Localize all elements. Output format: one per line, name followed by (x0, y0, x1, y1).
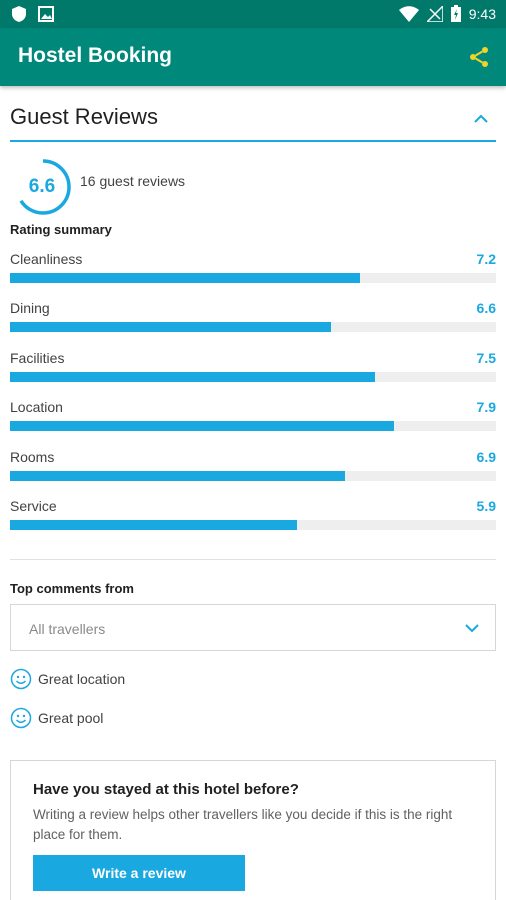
rating-name: Dining (10, 300, 50, 316)
wifi-icon (398, 5, 419, 22)
rating-score: 5.9 (476, 498, 496, 514)
comment-item: Great pool (10, 706, 103, 730)
rating-bar-track (10, 273, 496, 283)
rating-score: 7.2 (476, 251, 496, 267)
overall-score: 6.6 (28, 176, 56, 197)
smiley-icon (10, 707, 32, 729)
comment-item: Great location (10, 667, 125, 691)
smiley-icon (10, 668, 32, 690)
shield-icon (12, 6, 26, 22)
rating-bar-track (10, 421, 496, 431)
rating-row-location: Location 7.9 (10, 399, 496, 439)
status-bar: 9:43 (0, 0, 506, 28)
app-title: Hostel Booking (18, 44, 173, 67)
write-review-card: Have you stayed at this hotel before? Wr… (10, 760, 496, 900)
cta-description: Writing a review helps other travellers … (33, 807, 453, 842)
reviews-count: 16 guest reviews (80, 173, 186, 189)
divider (10, 559, 496, 560)
rating-bar-track (10, 520, 496, 530)
comment-text: Great pool (38, 710, 104, 726)
signal-icon (426, 5, 443, 22)
rating-bar-fill (10, 471, 346, 481)
rating-score: 6.9 (476, 449, 496, 465)
top-comments-label: Top comments from (10, 581, 134, 596)
traveller-filter-select[interactable]: All travellers (10, 604, 496, 651)
rating-bar-fill (10, 372, 375, 382)
status-time: 9:43 (468, 5, 496, 22)
share-button[interactable] (464, 42, 494, 72)
rating-row-service: Service 5.9 (10, 498, 496, 538)
rating-bar-track (10, 471, 496, 481)
rating-score: 7.9 (476, 399, 496, 415)
comment-text: Great location (38, 671, 126, 687)
guest-reviews-header[interactable]: Guest Reviews (10, 100, 496, 142)
rating-name: Cleanliness (10, 251, 83, 267)
app-bar: Hostel Booking (0, 28, 506, 86)
rating-bar-track (10, 372, 496, 382)
rating-name: Rooms (10, 449, 55, 465)
rating-bar-fill (10, 273, 360, 283)
rating-bar-fill (10, 421, 394, 431)
rating-row-cleanliness: Cleanliness 7.2 (10, 251, 496, 291)
cta-title: Have you stayed at this hotel before? (33, 781, 299, 798)
rating-bar-fill (10, 322, 331, 332)
chevron-down-icon (465, 624, 479, 633)
rating-row-facilities: Facilities 7.5 (10, 350, 496, 390)
rating-row-dining: Dining 6.6 (10, 300, 496, 340)
section-title: Guest Reviews (10, 104, 158, 129)
rating-name: Facilities (10, 350, 65, 366)
rating-row-rooms: Rooms 6.9 (10, 449, 496, 489)
share-icon (470, 47, 488, 67)
rating-bar-track (10, 322, 496, 332)
write-review-button[interactable]: Write a review (33, 855, 245, 891)
rating-score: 7.5 (476, 350, 496, 366)
filter-value: All travellers (29, 621, 106, 637)
rating-summary-label: Rating summary (10, 222, 112, 237)
rating-score: 6.6 (476, 300, 496, 316)
battery-icon (450, 5, 461, 22)
chevron-up-icon[interactable] (470, 108, 492, 130)
rating-name: Service (10, 498, 57, 514)
image-icon (38, 6, 54, 22)
rating-name: Location (10, 399, 63, 415)
rating-bar-fill (10, 520, 297, 530)
